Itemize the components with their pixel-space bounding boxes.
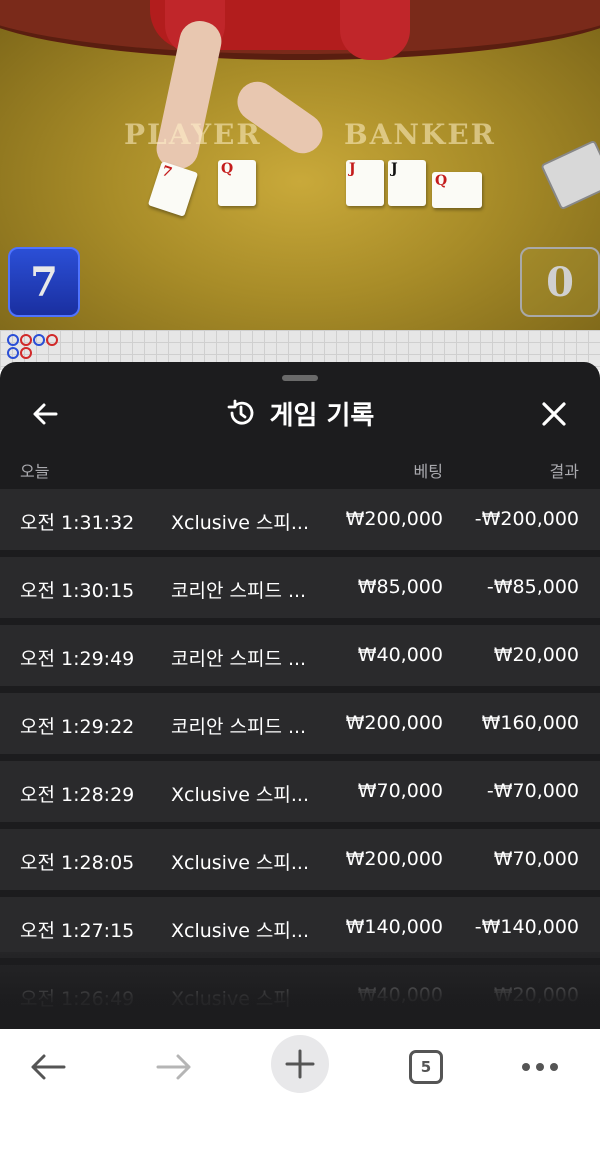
arrow-left-icon [31, 1054, 66, 1080]
row-time: 오전 1:28:29 [20, 784, 135, 806]
row-time: 오전 1:29:22 [20, 716, 135, 738]
row-time: 오전 1:31:32 [20, 512, 135, 534]
row-time: 오전 1:29:49 [20, 648, 135, 670]
row-bet-amount: ₩85,000 [357, 576, 443, 598]
tab-count: 5 [409, 1050, 443, 1084]
close-icon [542, 402, 566, 426]
road-dot [7, 334, 19, 346]
history-list: 오전 1:31:32 Xclusive 스피... ₩200,000 -₩200… [0, 489, 600, 1029]
history-row[interactable]: 오전 1:26:49 Xclusive 스피 ₩40,000 ₩20,000 [0, 965, 600, 1026]
history-row[interactable]: 오전 1:31:32 Xclusive 스피... ₩200,000 -₩200… [0, 489, 600, 550]
back-button[interactable] [25, 394, 65, 434]
more-menu-button[interactable] [510, 1039, 570, 1095]
tabs-button[interactable]: 5 [396, 1039, 456, 1095]
row-game-name: 코리안 스피드 ... [171, 648, 307, 670]
close-button[interactable] [534, 394, 574, 434]
row-bet-amount: ₩200,000 [345, 712, 443, 734]
row-game-name: 코리안 스피드 ... [171, 580, 307, 602]
row-game-name: Xclusive 스피... [171, 512, 310, 534]
row-time: 오전 1:28:05 [20, 852, 135, 874]
arrow-right-icon [156, 1054, 191, 1080]
live-game-video: PLAYER BANKER 7 Q J J Q 7 0 [0, 0, 600, 330]
row-game-name: 코리안 스피드 ... [171, 716, 307, 738]
player-card-1: 7 [147, 161, 199, 217]
row-game-name: Xclusive 스피... [171, 920, 310, 942]
row-game-name: Xclusive 스피... [171, 852, 310, 874]
row-result-amount: -₩200,000 [474, 508, 579, 530]
history-row[interactable]: 오전 1:29:49 코리안 스피드 ... ₩40,000 ₩20,000 [0, 625, 600, 686]
row-game-name: Xclusive 스피 [171, 988, 291, 1010]
road-dot [33, 334, 45, 346]
row-result-amount: -₩70,000 [486, 780, 579, 802]
row-bet-amount: ₩200,000 [345, 848, 443, 870]
browser-forward-button[interactable] [144, 1039, 204, 1095]
player-card-2: Q [218, 160, 256, 206]
row-time: 오전 1:26:49 [20, 988, 135, 1010]
row-time: 오전 1:27:15 [20, 920, 135, 942]
card-shoe [540, 139, 600, 211]
history-row[interactable]: 오전 1:28:05 Xclusive 스피... ₩200,000 ₩70,0… [0, 829, 600, 890]
banker-card-3: Q [432, 172, 482, 208]
row-result-amount: ₩20,000 [493, 644, 579, 666]
column-header: 오늘 베팅 결과 [0, 458, 600, 481]
day-header: 오늘 [20, 462, 50, 481]
plus-icon [285, 1049, 315, 1079]
row-bet-amount: ₩200,000 [345, 508, 443, 530]
history-row[interactable]: 오전 1:30:15 코리안 스피드 ... ₩85,000 -₩85,000 [0, 557, 600, 618]
banker-card-1: J [346, 160, 384, 206]
road-dot [7, 347, 19, 359]
row-bet-amount: ₩70,000 [357, 780, 443, 802]
more-horizontal-icon [522, 1063, 558, 1071]
row-result-amount: ₩70,000 [493, 848, 579, 870]
row-result-amount: -₩85,000 [486, 576, 579, 598]
row-result-amount: ₩160,000 [481, 712, 579, 734]
new-tab-button[interactable] [271, 1035, 329, 1093]
row-game-name: Xclusive 스피... [171, 784, 310, 806]
banker-card-2: J [388, 160, 426, 206]
browser-toolbar: 5 [0, 1029, 600, 1149]
row-bet-amount: ₩40,000 [357, 984, 443, 1006]
sheet-title-group: 게임 기록 [226, 395, 375, 432]
row-result-amount: -₩140,000 [474, 916, 579, 938]
history-row[interactable]: 오전 1:29:22 코리안 스피드 ... ₩200,000 ₩160,000 [0, 693, 600, 754]
result-column-header: 결과 [549, 462, 579, 481]
history-row[interactable]: 오전 1:27:15 Xclusive 스피... ₩140,000 -₩140… [0, 897, 600, 958]
sheet-grabber[interactable] [282, 375, 318, 381]
sheet-title: 게임 기록 [269, 400, 375, 431]
row-time: 오전 1:30:15 [20, 580, 135, 602]
dealer-sleeve-right [340, 0, 410, 60]
player-score: 7 [8, 247, 80, 317]
sheet-header: 게임 기록 [0, 388, 600, 438]
banker-area-label: BANKER [344, 118, 496, 151]
bet-column-header: 베팅 [413, 462, 443, 481]
row-bet-amount: ₩40,000 [357, 644, 443, 666]
road-dot [20, 347, 32, 359]
road-dot [46, 334, 58, 346]
arrow-left-icon [33, 403, 58, 425]
row-result-amount: ₩20,000 [493, 984, 579, 1006]
road-dot [20, 334, 32, 346]
browser-back-button[interactable] [18, 1039, 78, 1095]
game-history-sheet: 게임 기록 오늘 베팅 결과 오전 1:31:32 Xclusive 스피...… [0, 362, 600, 1029]
row-bet-amount: ₩140,000 [345, 916, 443, 938]
history-row[interactable]: 오전 1:28:29 Xclusive 스피... ₩70,000 -₩70,0… [0, 761, 600, 822]
banker-score: 0 [520, 247, 600, 317]
player-area-label: PLAYER [124, 118, 262, 151]
history-icon [227, 399, 254, 425]
